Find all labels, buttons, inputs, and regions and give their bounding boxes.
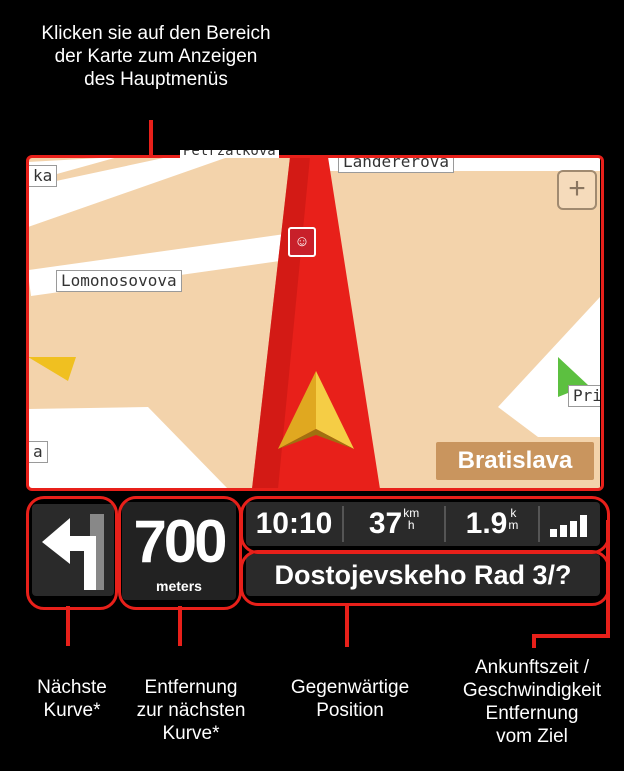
highlight-distance: [118, 496, 242, 610]
callout-pointer-arrival-h: [532, 634, 610, 638]
callout-distance: Entfernung zur nächsten Kurve*: [126, 676, 256, 745]
callout-line: Nächste: [37, 677, 107, 698]
callout-arrival: Ankunftszeit / Geschwindigkeit Entfernun…: [444, 656, 620, 748]
callout-pointer-position: [345, 603, 349, 647]
callout-line: Kurve*: [162, 723, 220, 744]
highlight-next-turn: [26, 496, 118, 610]
callout-pointer-top: [149, 120, 153, 156]
street-label-partial-top: Petrzalkova: [180, 150, 279, 158]
callout-pointer-next-turn: [66, 606, 70, 646]
callout-next-turn: Nächste Kurve*: [24, 676, 120, 722]
callout-line: Geschwindigkeit: [462, 680, 602, 701]
callout-position: Gegenwärtige Position: [280, 676, 420, 722]
callout-line: Entfernung: [144, 677, 238, 698]
highlight-position: [240, 550, 610, 606]
callout-line: des Hauptmenüs: [84, 69, 228, 90]
callout-line: Kurve*: [43, 700, 101, 721]
callout-line: Position: [316, 700, 384, 721]
callout-pointer-arrival-v: [532, 634, 536, 648]
callout-line: Ankunftszeit /: [474, 657, 590, 678]
callout-line: zur nächsten: [136, 700, 246, 721]
zoom-in-button[interactable]: +: [557, 170, 597, 210]
city-label: Bratislava: [436, 442, 594, 480]
callout-pointer-distance: [178, 606, 182, 646]
callout-main-menu: Klicken sie auf den Bereich der Karte zu…: [0, 22, 312, 91]
callout-line: Entfernung: [485, 703, 579, 724]
highlight-stats: [240, 496, 610, 554]
callout-line: der Karte zum Anzeigen: [54, 46, 258, 67]
callout-line: vom Ziel: [496, 726, 568, 747]
map-highlight-frame: [26, 155, 604, 491]
callout-pointer-arrival: [606, 520, 610, 638]
callout-line: Gegenwärtige: [290, 677, 410, 698]
callout-line: Klicken sie auf den Bereich: [41, 23, 271, 44]
